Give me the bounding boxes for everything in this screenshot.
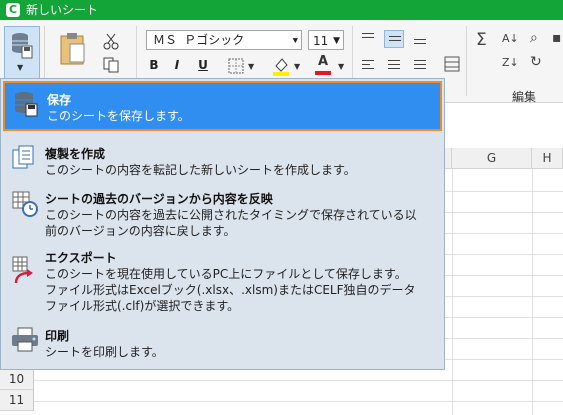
underline-button[interactable]: U <box>194 56 212 74</box>
cut-icon[interactable] <box>102 32 120 50</box>
grid-line <box>452 169 453 415</box>
grid-line <box>532 169 533 415</box>
menu-item-title: 印刷 <box>45 329 70 343</box>
fill-color-icon[interactable] <box>272 56 290 76</box>
file-dropdown-menu: 保存 このシートを保存します。 複製を作成 このシートの内容を転記した新しいシー… <box>0 78 445 370</box>
row-header-10[interactable]: 10 <box>0 369 34 390</box>
chevron-down-icon[interactable]: ▼ <box>294 62 300 71</box>
grid-line <box>34 380 563 381</box>
row-header-11[interactable]: 11 <box>0 390 34 411</box>
database-save-icon <box>12 33 33 59</box>
ribbon-divider <box>466 26 467 96</box>
file-menu-button[interactable]: ▼ <box>4 26 40 80</box>
column-header-h[interactable]: H <box>532 148 563 169</box>
border-icon[interactable] <box>228 58 244 74</box>
menu-item-title: シートの過去のバージョンから内容を反映 <box>45 192 273 206</box>
menu-item-title: 保存 <box>47 93 72 107</box>
font-color-button[interactable]: A <box>314 54 332 76</box>
align-right-button[interactable] <box>410 56 430 74</box>
menu-item-description: シートを印刷します。 <box>45 345 164 359</box>
grid-line <box>34 401 563 402</box>
copy-icon[interactable] <box>102 56 120 74</box>
menu-item-duplicate[interactable]: 複製を作成 このシートの内容を転記した新しいシートを作成します。 <box>3 137 442 181</box>
menu-item-description: このシートを保存します。 <box>47 109 190 123</box>
chevron-down-icon[interactable]: ▼ <box>248 62 254 71</box>
menu-item-print[interactable]: 印刷 シートを印刷します。 <box>3 319 442 367</box>
menu-item-description: このシートを現在使用しているPC上にファイルとして保存します。 ファイル形式はE… <box>45 267 416 313</box>
paste-icon[interactable] <box>58 32 86 66</box>
menu-item-title: エクスポート <box>45 251 117 265</box>
version-history-icon <box>12 191 38 217</box>
merge-cells-icon[interactable] <box>444 56 460 72</box>
chevron-down-icon: ▼ <box>17 63 24 72</box>
app-logo: C <box>6 3 20 17</box>
align-left-button[interactable] <box>358 56 378 74</box>
menu-item-description: このシートの内容を過去に公開されたタイミングで保存されている以 前のバージョンの… <box>45 208 417 238</box>
more-tools-icon[interactable]: ▪ <box>552 30 562 46</box>
align-middle-button[interactable] <box>384 30 404 48</box>
align-bottom-button[interactable] <box>410 30 430 48</box>
menu-item-save[interactable]: 保存 このシートを保存します。 <box>3 81 442 131</box>
align-center-button[interactable] <box>384 56 404 74</box>
search-icon[interactable]: ⌕ <box>530 30 538 46</box>
refresh-icon[interactable]: ↻ <box>530 54 542 70</box>
sort-ascending-icon[interactable]: A↓ <box>502 32 519 45</box>
export-icon <box>12 256 33 284</box>
duplicate-icon <box>12 145 34 169</box>
title-bar: C 新しいシート <box>0 0 563 20</box>
align-top-button[interactable] <box>358 30 378 48</box>
sort-descending-icon[interactable]: Z↓ <box>502 56 519 69</box>
chevron-down-icon: ▼ <box>292 36 298 46</box>
font-color-swatch <box>315 71 331 75</box>
save-icon <box>15 92 38 117</box>
window-title: 新しいシート <box>26 3 99 17</box>
bold-button[interactable]: B <box>145 56 163 74</box>
column-header-g[interactable]: G <box>452 148 532 169</box>
font-size-select[interactable]: 11 ▼ <box>308 30 344 50</box>
sum-icon[interactable]: Σ <box>476 30 487 50</box>
print-icon <box>12 327 38 352</box>
menu-item-restore-version[interactable]: シートの過去のバージョンから内容を反映 このシートの内容を過去に公開されたタイミ… <box>3 182 442 240</box>
menu-item-export[interactable]: エクスポート このシートを現在使用しているPC上にファイルとして保存します。 フ… <box>3 241 442 317</box>
font-color-letter: A <box>317 54 329 69</box>
menu-item-title: 複製を作成 <box>45 147 106 161</box>
chevron-down-icon[interactable]: ▼ <box>338 62 344 71</box>
italic-button[interactable]: I <box>168 56 186 74</box>
chevron-down-icon: ▼ <box>333 36 340 46</box>
font-name-select[interactable]: ＭＳ Ｐゴシック ▼ <box>146 30 302 50</box>
menu-item-description: このシートの内容を転記した新しいシートを作成します。 <box>45 163 356 177</box>
